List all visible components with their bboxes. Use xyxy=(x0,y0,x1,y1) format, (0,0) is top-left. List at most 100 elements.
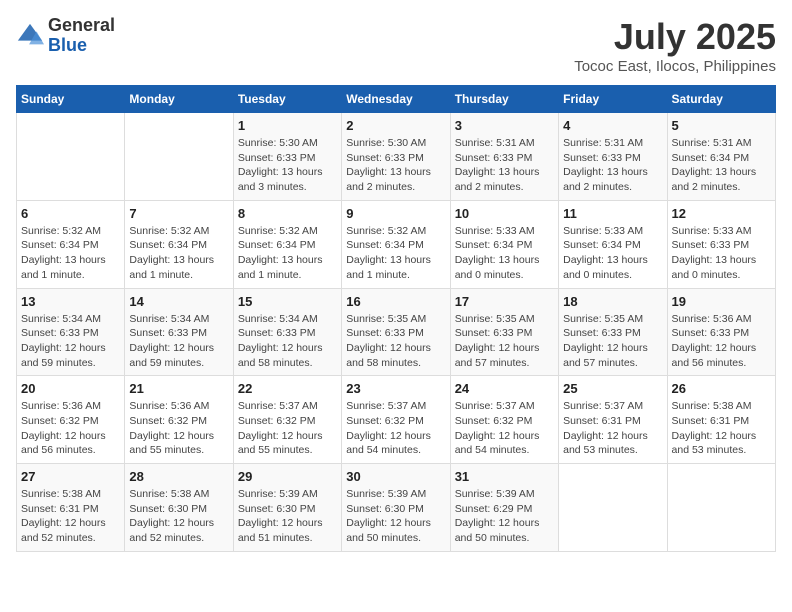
day-number: 31 xyxy=(455,469,554,484)
day-info: Sunrise: 5:37 AMSunset: 6:32 PMDaylight:… xyxy=(346,399,445,458)
day-info: Sunrise: 5:33 AMSunset: 6:33 PMDaylight:… xyxy=(672,224,771,283)
day-info: Sunrise: 5:34 AMSunset: 6:33 PMDaylight:… xyxy=(129,312,228,371)
day-number: 27 xyxy=(21,469,120,484)
calendar-body: 1 Sunrise: 5:30 AMSunset: 6:33 PMDaylight… xyxy=(17,113,776,552)
day-info: Sunrise: 5:30 AMSunset: 6:33 PMDaylight:… xyxy=(238,136,337,195)
day-number: 14 xyxy=(129,294,228,309)
calendar-cell: 10 Sunrise: 5:33 AMSunset: 6:34 PMDayligh… xyxy=(450,200,558,288)
day-number: 5 xyxy=(672,118,771,133)
header-cell-friday: Friday xyxy=(559,86,667,113)
day-info: Sunrise: 5:34 AMSunset: 6:33 PMDaylight:… xyxy=(21,312,120,371)
calendar-cell: 8 Sunrise: 5:32 AMSunset: 6:34 PMDaylight… xyxy=(233,200,341,288)
day-number: 28 xyxy=(129,469,228,484)
day-number: 22 xyxy=(238,381,337,396)
header-cell-tuesday: Tuesday xyxy=(233,86,341,113)
day-number: 19 xyxy=(672,294,771,309)
day-number: 2 xyxy=(346,118,445,133)
day-number: 23 xyxy=(346,381,445,396)
day-info: Sunrise: 5:37 AMSunset: 6:32 PMDaylight:… xyxy=(238,399,337,458)
main-title: July 2025 xyxy=(574,16,776,58)
day-info: Sunrise: 5:35 AMSunset: 6:33 PMDaylight:… xyxy=(455,312,554,371)
day-number: 7 xyxy=(129,206,228,221)
day-info: Sunrise: 5:39 AMSunset: 6:30 PMDaylight:… xyxy=(346,487,445,546)
day-number: 29 xyxy=(238,469,337,484)
calendar-cell: 16Sunrise: 5:35 AMSunset: 6:33 PMDayligh… xyxy=(342,288,450,376)
week-row-4: 20 Sunrise: 5:36 AMSunset: 6:32 PMDayligh… xyxy=(17,376,776,464)
calendar-header: SundayMondayTuesdayWednesdayThursdayFrid… xyxy=(17,86,776,113)
day-info: Sunrise: 5:33 AMSunset: 6:34 PMDaylight:… xyxy=(563,224,662,283)
day-number: 17 xyxy=(455,294,554,309)
day-info: Sunrise: 5:32 AMSunset: 6:34 PMDaylight:… xyxy=(238,224,337,283)
week-row-3: 13 Sunrise: 5:34 AMSunset: 6:33 PMDayligh… xyxy=(17,288,776,376)
calendar-cell: 4Sunrise: 5:31 AMSunset: 6:33 PMDaylight… xyxy=(559,113,667,201)
day-info: Sunrise: 5:34 AMSunset: 6:33 PMDaylight:… xyxy=(238,312,337,371)
calendar-cell: 15 Sunrise: 5:34 AMSunset: 6:33 PMDayligh… xyxy=(233,288,341,376)
calendar-cell: 11 Sunrise: 5:33 AMSunset: 6:34 PMDayligh… xyxy=(559,200,667,288)
calendar-cell: 28 Sunrise: 5:38 AMSunset: 6:30 PMDayligh… xyxy=(125,464,233,552)
logo: General Blue xyxy=(16,16,115,56)
day-number: 18 xyxy=(563,294,662,309)
calendar-cell: 19 Sunrise: 5:36 AMSunset: 6:33 PMDayligh… xyxy=(667,288,775,376)
calendar-cell: 18Sunrise: 5:35 AMSunset: 6:33 PMDayligh… xyxy=(559,288,667,376)
day-info: Sunrise: 5:31 AMSunset: 6:34 PMDaylight:… xyxy=(672,136,771,195)
calendar-cell xyxy=(667,464,775,552)
day-info: Sunrise: 5:32 AMSunset: 6:34 PMDaylight:… xyxy=(346,224,445,283)
header-row: SundayMondayTuesdayWednesdayThursdayFrid… xyxy=(17,86,776,113)
day-info: Sunrise: 5:36 AMSunset: 6:32 PMDaylight:… xyxy=(21,399,120,458)
logo-text: General Blue xyxy=(48,16,115,56)
day-number: 3 xyxy=(455,118,554,133)
calendar-cell: 1 Sunrise: 5:30 AMSunset: 6:33 PMDaylight… xyxy=(233,113,341,201)
day-info: Sunrise: 5:39 AMSunset: 6:30 PMDaylight:… xyxy=(238,487,337,546)
day-info: Sunrise: 5:35 AMSunset: 6:33 PMDaylight:… xyxy=(346,312,445,371)
day-number: 15 xyxy=(238,294,337,309)
logo-icon xyxy=(16,22,44,50)
calendar-cell: 23 Sunrise: 5:37 AMSunset: 6:32 PMDayligh… xyxy=(342,376,450,464)
day-number: 1 xyxy=(238,118,337,133)
calendar-cell xyxy=(559,464,667,552)
calendar-cell: 12 Sunrise: 5:33 AMSunset: 6:33 PMDayligh… xyxy=(667,200,775,288)
day-info: Sunrise: 5:37 AMSunset: 6:32 PMDaylight:… xyxy=(455,399,554,458)
day-info: Sunrise: 5:32 AMSunset: 6:34 PMDaylight:… xyxy=(21,224,120,283)
calendar-cell: 29 Sunrise: 5:39 AMSunset: 6:30 PMDayligh… xyxy=(233,464,341,552)
day-number: 24 xyxy=(455,381,554,396)
calendar-cell: 21 Sunrise: 5:36 AMSunset: 6:32 PMDayligh… xyxy=(125,376,233,464)
title-block: July 2025 Tococ East, Ilocos, Philippine… xyxy=(574,16,776,75)
calendar-cell: 26Sunrise: 5:38 AMSunset: 6:31 PMDayligh… xyxy=(667,376,775,464)
day-number: 25 xyxy=(563,381,662,396)
day-number: 9 xyxy=(346,206,445,221)
subtitle: Tococ East, Ilocos, Philippines xyxy=(574,58,776,75)
calendar-cell: 7 Sunrise: 5:32 AMSunset: 6:34 PMDaylight… xyxy=(125,200,233,288)
week-row-1: 1 Sunrise: 5:30 AMSunset: 6:33 PMDaylight… xyxy=(17,113,776,201)
day-number: 21 xyxy=(129,381,228,396)
calendar-cell: 30 Sunrise: 5:39 AMSunset: 6:30 PMDayligh… xyxy=(342,464,450,552)
day-number: 20 xyxy=(21,381,120,396)
calendar-cell: 3Sunrise: 5:31 AMSunset: 6:33 PMDaylight… xyxy=(450,113,558,201)
logo-general: General xyxy=(48,16,115,36)
day-info: Sunrise: 5:30 AMSunset: 6:33 PMDaylight:… xyxy=(346,136,445,195)
calendar-cell: 2 Sunrise: 5:30 AMSunset: 6:33 PMDaylight… xyxy=(342,113,450,201)
calendar-cell: 20 Sunrise: 5:36 AMSunset: 6:32 PMDayligh… xyxy=(17,376,125,464)
day-number: 11 xyxy=(563,206,662,221)
header-cell-wednesday: Wednesday xyxy=(342,86,450,113)
header-cell-saturday: Saturday xyxy=(667,86,775,113)
day-info: Sunrise: 5:38 AMSunset: 6:31 PMDaylight:… xyxy=(21,487,120,546)
calendar-cell: 31Sunrise: 5:39 AMSunset: 6:29 PMDayligh… xyxy=(450,464,558,552)
calendar-cell: 24 Sunrise: 5:37 AMSunset: 6:32 PMDayligh… xyxy=(450,376,558,464)
day-info: Sunrise: 5:32 AMSunset: 6:34 PMDaylight:… xyxy=(129,224,228,283)
calendar-cell: 6Sunrise: 5:32 AMSunset: 6:34 PMDaylight… xyxy=(17,200,125,288)
day-number: 26 xyxy=(672,381,771,396)
day-number: 13 xyxy=(21,294,120,309)
day-info: Sunrise: 5:38 AMSunset: 6:30 PMDaylight:… xyxy=(129,487,228,546)
calendar-cell: 27 Sunrise: 5:38 AMSunset: 6:31 PMDayligh… xyxy=(17,464,125,552)
day-info: Sunrise: 5:36 AMSunset: 6:32 PMDaylight:… xyxy=(129,399,228,458)
day-number: 10 xyxy=(455,206,554,221)
header-cell-sunday: Sunday xyxy=(17,86,125,113)
day-number: 12 xyxy=(672,206,771,221)
day-number: 30 xyxy=(346,469,445,484)
day-info: Sunrise: 5:36 AMSunset: 6:33 PMDaylight:… xyxy=(672,312,771,371)
calendar-cell: 17 Sunrise: 5:35 AMSunset: 6:33 PMDayligh… xyxy=(450,288,558,376)
day-number: 4 xyxy=(563,118,662,133)
calendar-cell: 5 Sunrise: 5:31 AMSunset: 6:34 PMDaylight… xyxy=(667,113,775,201)
day-number: 8 xyxy=(238,206,337,221)
day-info: Sunrise: 5:33 AMSunset: 6:34 PMDaylight:… xyxy=(455,224,554,283)
